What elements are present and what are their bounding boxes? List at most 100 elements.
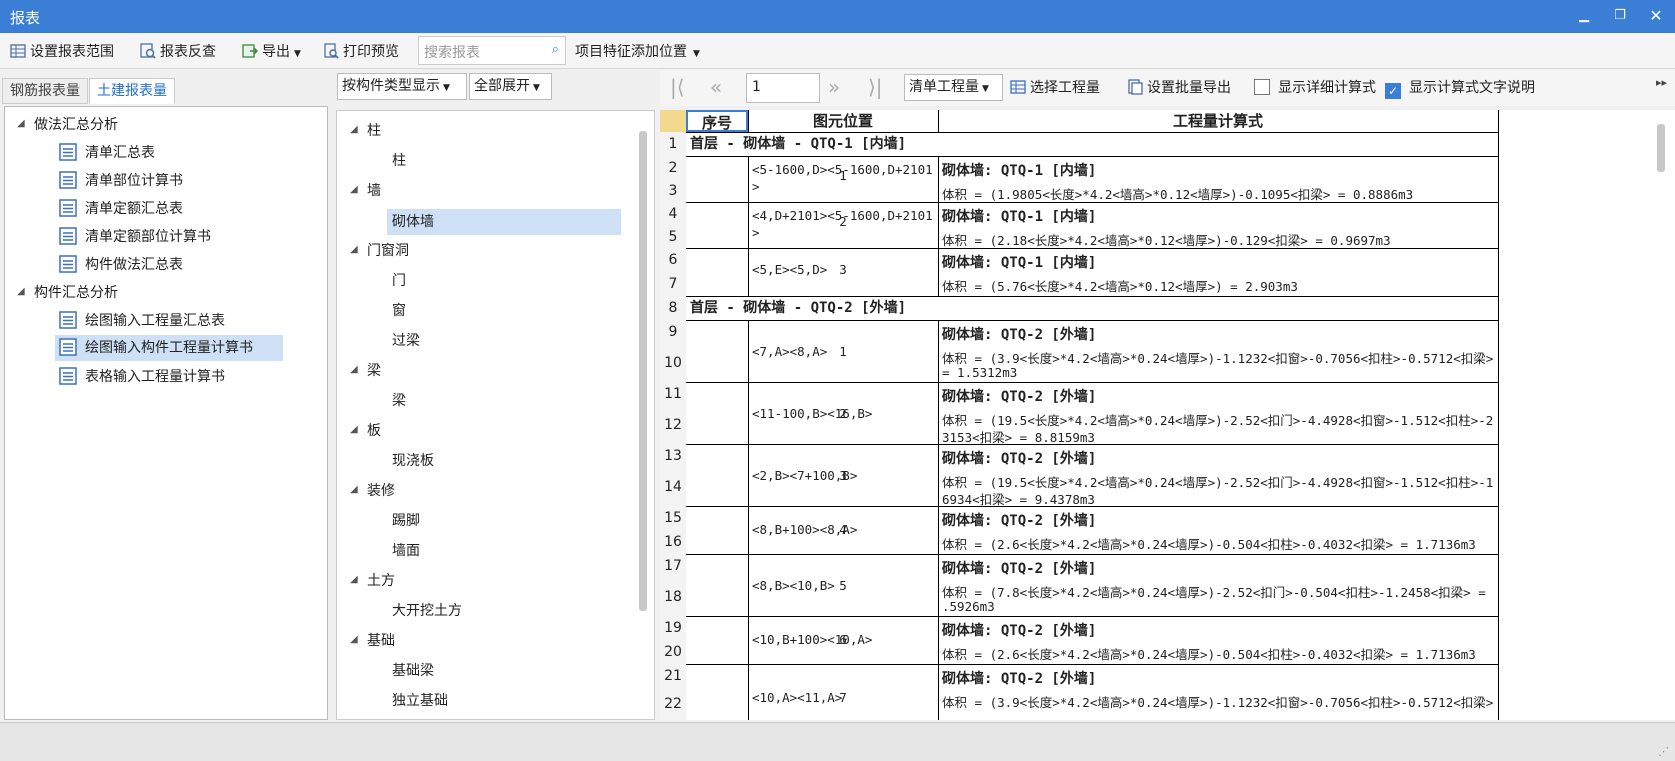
- collapse-triangle-icon[interactable]: ◢: [350, 184, 358, 195]
- tree-item-bill-quota-summary[interactable]: 清单定额汇总表: [59, 199, 183, 219]
- tree-item-cast-slab[interactable]: 现浇板: [392, 451, 434, 471]
- reverse-check-button[interactable]: 报表反查: [140, 42, 216, 62]
- tree-item-wall-surface[interactable]: 墙面: [392, 541, 420, 561]
- batch-export-icon: [1128, 79, 1143, 95]
- search-icon[interactable]: ⌕: [552, 42, 559, 57]
- cell-position: <8,B+100><8,A>: [752, 522, 858, 537]
- batch-export-label: 设置批量导出: [1147, 80, 1231, 96]
- collapse-triangle-icon[interactable]: ◢: [350, 634, 358, 645]
- set-range-button[interactable]: 设置报表范围: [10, 42, 114, 62]
- next-page-icon[interactable]: »: [828, 75, 840, 99]
- tree-cat-column[interactable]: 柱: [367, 121, 381, 141]
- cell-position: <8,B><10,B>: [752, 578, 835, 593]
- minimize-icon[interactable]: ▁: [1573, 5, 1595, 27]
- tab-civil[interactable]: 土建报表量: [89, 78, 175, 104]
- print-preview-button[interactable]: 打印预览: [323, 42, 399, 62]
- collapse-triangle-icon[interactable]: ◢: [350, 124, 358, 135]
- tab-rebar[interactable]: 钢筋报表量: [2, 78, 88, 104]
- collapse-triangle-icon[interactable]: ◢: [17, 286, 25, 297]
- select-quantity-label: 选择工程量: [1030, 80, 1100, 96]
- tree-cat-earthwork[interactable]: 土方: [367, 571, 395, 591]
- cell-formula: 体积 = (1.9805<长度>*4.2<墙高>*0.12<墙厚>)-0.109…: [942, 187, 1414, 202]
- report-table: 1 2 3 4 5 6 7 8 9 10 11 12 13 14 15 16 1…: [660, 110, 1675, 720]
- tree-item-table-calc[interactable]: 表格输入工程量计算书: [59, 367, 225, 387]
- select-quantity-button[interactable]: 选择工程量: [1010, 78, 1100, 98]
- cell-component-name: 砌体墙: QTQ-2 [外墙]: [942, 513, 1097, 529]
- tree-item-label: 清单定额部位计算书: [85, 229, 211, 245]
- tree-scrollbar[interactable]: [639, 131, 647, 611]
- tree-item-bill-quota-location[interactable]: 清单定额部位计算书: [59, 227, 211, 247]
- tree-group-method-summary[interactable]: 做法汇总分析: [34, 115, 118, 135]
- tree-cat-wall[interactable]: 墙: [367, 181, 381, 201]
- tree-item-door[interactable]: 门: [392, 271, 406, 291]
- collapse-triangle-icon[interactable]: ◢: [350, 424, 358, 435]
- first-page-icon[interactable]: |⟨: [670, 75, 685, 99]
- page-number-input[interactable]: 1: [746, 73, 820, 103]
- tree-item-excavation[interactable]: 大开挖土方: [392, 601, 462, 621]
- report-doc-icon: [59, 199, 77, 217]
- quantity-type-dropdown[interactable]: 清单工程量 ▼: [904, 74, 1003, 101]
- tree-item-skirting[interactable]: 踢脚: [392, 511, 420, 531]
- resize-grip-icon[interactable]: ⋰: [1658, 745, 1669, 758]
- report-tabs: 钢筋报表量 土建报表量: [0, 70, 330, 106]
- export-label: 导出: [262, 44, 290, 60]
- tree-item-drawing-component-calc[interactable]: 绘图输入构件工程量计算书: [55, 335, 283, 361]
- tree-item-bill-summary[interactable]: 清单汇总表: [59, 143, 155, 163]
- cell-position: <7,A><8,A>: [752, 344, 828, 359]
- show-detail-checkbox[interactable]: 显示详细计算式: [1254, 78, 1376, 98]
- tree-cat-openings[interactable]: 门窗洞: [367, 241, 409, 261]
- row-number: 19: [660, 616, 686, 640]
- tree-group-component-summary[interactable]: 构件汇总分析: [34, 283, 118, 303]
- tree-item-masonry-wall[interactable]: 砌体墙: [387, 209, 621, 235]
- show-detail-label: 显示详细计算式: [1278, 80, 1376, 96]
- report-doc-icon: [59, 255, 77, 273]
- tree-cat-decoration[interactable]: 装修: [367, 481, 395, 501]
- maximize-icon[interactable]: ❐: [1609, 5, 1631, 27]
- tree-cat-beam[interactable]: 梁: [367, 361, 381, 381]
- header-position: 图元位置: [812, 112, 873, 130]
- search-input[interactable]: 搜索报表 ⌕: [418, 36, 566, 65]
- collapse-triangle-icon[interactable]: ◢: [350, 484, 358, 495]
- row-number: 16: [660, 530, 686, 554]
- tree-item-window[interactable]: 窗: [392, 301, 406, 321]
- tree-item-bill-location[interactable]: 清单部位计算书: [59, 171, 183, 191]
- tree-item-column[interactable]: 柱: [392, 151, 406, 171]
- chevron-down-icon: ▼: [533, 83, 540, 93]
- collapse-triangle-icon[interactable]: ◢: [350, 244, 358, 255]
- collapse-triangle-icon[interactable]: ◢: [350, 364, 358, 375]
- tree-item-drawing-summary[interactable]: 绘图输入工程量汇总表: [59, 311, 225, 331]
- prev-page-icon[interactable]: «: [710, 75, 722, 99]
- table-scrollbar[interactable]: [1657, 124, 1665, 172]
- checkbox-unchecked-icon[interactable]: [1254, 79, 1270, 95]
- cell-component-name: 砌体墙: QTQ-1 [内墙]: [942, 209, 1097, 225]
- tree-item-label: 清单定额汇总表: [85, 201, 183, 217]
- report-tree-panel: ◢ 做法汇总分析 清单汇总表 清单部位计算书 清单定额汇总表 清单定额部位计算书…: [4, 106, 328, 720]
- report-doc-icon: [59, 143, 77, 161]
- last-page-icon[interactable]: ⟩|: [868, 75, 883, 99]
- expand-mode-dropdown[interactable]: 全部展开 ▼: [469, 73, 552, 100]
- cell-formula-cont: 3153<扣梁> = 8.8159m3: [942, 430, 1095, 445]
- tree-item-lintel[interactable]: 过梁: [392, 331, 420, 351]
- main-toolbar: 设置报表范围 报表反查 导出 ▼ 打印预览 搜索报表 ⌕ 项目特征添加位置 ▼: [0, 33, 1675, 69]
- cell-position: <4,D+2101><5-1600,D+2101: [752, 208, 933, 223]
- collapse-triangle-icon[interactable]: ◢: [350, 574, 358, 585]
- tree-item-beam[interactable]: 梁: [392, 391, 406, 411]
- header-formula: 工程量计算式: [1172, 112, 1263, 130]
- tree-item-isolated-foundation[interactable]: 独立基础: [392, 691, 448, 711]
- chevron-down-icon: ▼: [982, 84, 989, 94]
- tree-cat-slab[interactable]: 板: [367, 421, 381, 441]
- close-icon[interactable]: ✕: [1645, 5, 1667, 27]
- show-text-desc-checkbox[interactable]: ✓ 显示计算式文字说明: [1385, 78, 1535, 99]
- batch-export-button[interactable]: 设置批量导出: [1127, 78, 1231, 98]
- tree-item-label: 清单部位计算书: [85, 173, 183, 189]
- checkbox-checked-icon[interactable]: ✓: [1385, 83, 1401, 99]
- more-options-icon[interactable]: ▸▸: [1656, 76, 1667, 89]
- tree-item-foundation-beam[interactable]: 基础梁: [392, 661, 434, 681]
- export-button[interactable]: 导出 ▼: [242, 42, 301, 62]
- display-mode-dropdown[interactable]: 按构件类型显示 ▼: [337, 73, 467, 100]
- tree-item-label: 清单汇总表: [85, 145, 155, 161]
- tree-cat-foundation[interactable]: 基础: [367, 631, 395, 651]
- add-feature-position-dropdown[interactable]: 项目特征添加位置 ▼: [575, 42, 700, 62]
- tree-item-component-method[interactable]: 构件做法汇总表: [59, 255, 183, 275]
- collapse-triangle-icon[interactable]: ◢: [17, 118, 25, 129]
